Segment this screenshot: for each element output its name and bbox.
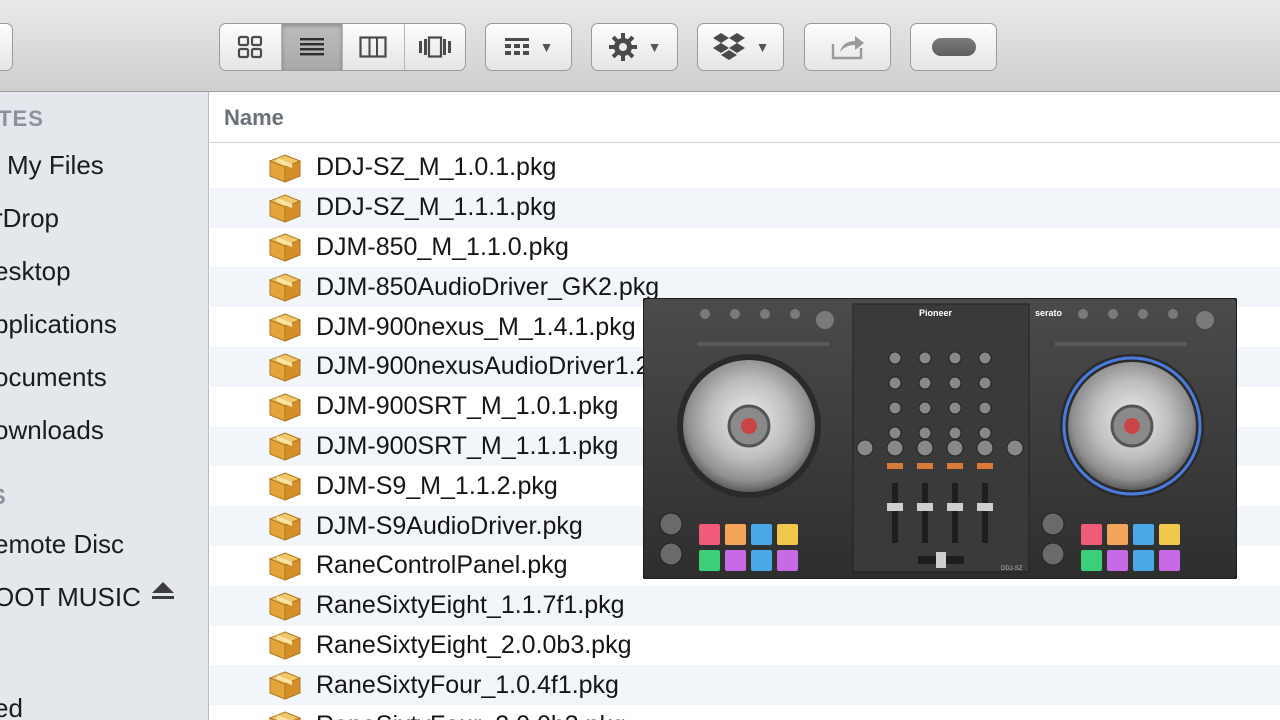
sidebar-header-devices: S [0, 484, 7, 510]
list-view-button[interactable] [281, 24, 343, 70]
package-icon [268, 352, 302, 382]
file-name: DJM-S9_M_1.1.2.pkg [316, 471, 558, 500]
sidebar-item-airdrop[interactable]: rDrop [0, 203, 59, 234]
file-name: RaneSixtyFour_2.0.0b3.pkg [316, 711, 626, 720]
file-name: RaneControlPanel.pkg [316, 551, 568, 580]
performance-pad [777, 550, 798, 571]
sidebar-item-documents[interactable]: ocuments [0, 362, 107, 393]
sidebar-item-downloads[interactable]: ownloads [0, 415, 104, 446]
performance-pad [699, 550, 720, 571]
dropbox-icon [712, 33, 745, 60]
package-icon [268, 710, 302, 720]
sidebar-item-applications[interactable]: pplications [0, 309, 117, 340]
package-icon [268, 272, 302, 303]
performance-pad [1081, 524, 1102, 545]
sidebar-item-all-my-files[interactable]: l My Files [0, 150, 104, 181]
package-icon [268, 630, 302, 661]
package-icon [268, 392, 302, 422]
file-name: RaneSixtyEight_1.1.7f1.pkg [316, 591, 625, 620]
package-icon [268, 312, 302, 342]
icon-view-button[interactable] [220, 24, 282, 70]
file-name: DJM-900SRT_M_1.0.1.pkg [316, 392, 619, 421]
column-header-bar: Name [210, 92, 1280, 143]
package-icon [268, 551, 302, 581]
action-button[interactable]: ▼ [591, 23, 678, 71]
file-name: DJM-850AudioDriver_GK2.pkg [316, 272, 660, 301]
file-name: RaneSixtyEight_2.0.0b3.pkg [316, 630, 632, 659]
package-icon [268, 670, 302, 700]
file-row[interactable]: DJM-850_M_1.1.0.pkg [210, 228, 1280, 268]
performance-pad [1133, 524, 1154, 545]
name-column-header[interactable]: Name [224, 105, 284, 131]
performance-pad [725, 550, 746, 571]
chevron-down-icon: ▼ [755, 39, 770, 55]
package-icon [268, 193, 302, 223]
package-icon [268, 471, 302, 502]
performance-pad [699, 524, 720, 545]
share-icon [831, 36, 864, 60]
view-mode-group [219, 23, 466, 71]
file-name: DDJ-SZ_M_1.1.1.pkg [316, 193, 557, 222]
gear-icon [608, 33, 637, 61]
sidebar-item-boot-music[interactable]: OOT MUSIC [0, 582, 141, 613]
chevron-down-icon: ▼ [647, 39, 662, 55]
right-jog-wheel [1060, 354, 1204, 498]
file-name: DJM-850_M_1.1.0.pkg [316, 232, 569, 261]
eject-icon[interactable] [150, 582, 176, 599]
file-row[interactable]: DDJ-SZ_M_1.1.1.pkg [210, 187, 1280, 228]
file-name: DJM-900SRT_M_1.1.1.pkg [316, 431, 619, 460]
back-button[interactable] [0, 23, 13, 71]
cover-flow-icon [418, 36, 451, 58]
performance-pad [777, 524, 798, 545]
performance-pad [1081, 550, 1102, 571]
performance-pad [1107, 550, 1128, 571]
performance-pad [725, 524, 746, 545]
controller-brand-serato: serato [1035, 308, 1063, 318]
file-row[interactable]: RaneSixtyFour_2.0.0b3.pkg [210, 705, 1280, 720]
sidebar-header-favorites: ITES [0, 106, 44, 131]
file-row[interactable]: RaneSixtyFour_1.0.4f1.pkg [210, 665, 1280, 706]
file-name: DJM-S9AudioDriver.pkg [316, 511, 583, 540]
arrange-grid-icon [504, 38, 529, 55]
performance-pad [1107, 524, 1128, 545]
dropbox-button[interactable]: ▼ [697, 23, 784, 71]
package-icon [268, 511, 302, 541]
performance-pad [751, 524, 772, 545]
column-view-button[interactable] [343, 24, 405, 70]
share-button[interactable] [804, 23, 891, 71]
controller-model: DDJ-SZ [1001, 566, 1023, 572]
package-icon [268, 591, 302, 621]
sidebar-item-shared[interactable]: ed [0, 693, 23, 720]
performance-pad [1133, 550, 1154, 571]
performance-pad [1159, 524, 1180, 545]
list-view-icon [299, 38, 324, 56]
icon-view-icon [238, 35, 263, 59]
dj-controller-image: Pioneer serato DDJ-SZ [643, 298, 1237, 579]
tag-pill-icon [931, 38, 976, 56]
file-row[interactable]: RaneSixtyEight_2.0.0b3.pkg [210, 626, 1280, 666]
file-name: DJM-900nexus_M_1.4.1.pkg [316, 312, 636, 341]
package-icon [268, 232, 302, 263]
performance-pad [1159, 550, 1180, 571]
left-jog-wheel [677, 354, 821, 498]
file-name: RaneSixtyFour_1.0.4f1.pkg [316, 670, 619, 699]
file-row[interactable]: DDJ-SZ_M_1.0.1.pkg [210, 148, 1280, 188]
file-name: DDJ-SZ_M_1.0.1.pkg [316, 153, 557, 182]
finder-toolbar: ▼ ▼ ▼ [0, 0, 1280, 92]
file-row[interactable]: RaneSixtyEight_1.1.7f1.pkg [210, 585, 1280, 626]
sidebar-item-desktop[interactable]: esktop [0, 256, 71, 287]
cover-flow-view-button[interactable] [405, 24, 466, 70]
package-icon [268, 431, 302, 462]
edit-tags-button[interactable] [910, 23, 997, 71]
controller-brand-pioneer: Pioneer [919, 308, 953, 318]
performance-pad [751, 550, 772, 571]
sidebar: ITES l My Files rDrop esktop pplications… [0, 92, 209, 720]
column-view-icon [359, 36, 387, 58]
package-icon [268, 153, 302, 183]
sidebar-item-remote-disc[interactable]: emote Disc [0, 529, 124, 560]
arrange-button[interactable]: ▼ [485, 23, 572, 71]
chevron-down-icon: ▼ [539, 39, 554, 55]
